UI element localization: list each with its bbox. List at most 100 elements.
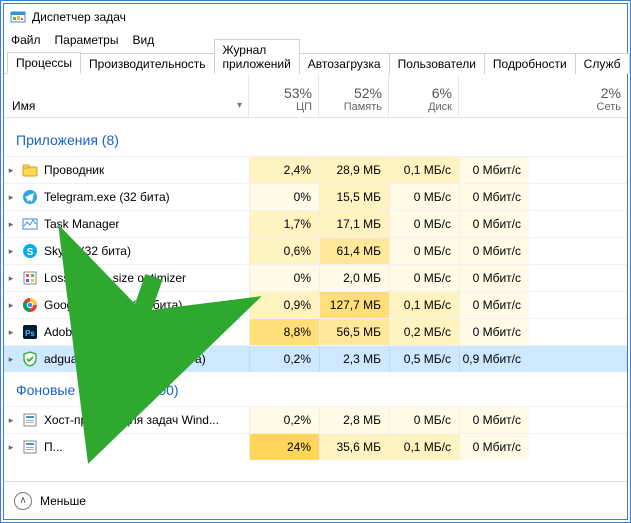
- col-net-label: Сеть: [597, 101, 621, 113]
- lossless-icon: [22, 270, 38, 286]
- cell-network: 0 Мбит/с: [459, 407, 529, 433]
- cell-network: 0,9 Мбит/с: [459, 346, 529, 372]
- adguard-icon: [22, 351, 38, 367]
- tab-processes[interactable]: Процессы: [7, 52, 81, 74]
- col-cpu-label: ЦП: [296, 101, 312, 113]
- expand-chevron-icon[interactable]: ▸: [4, 219, 18, 230]
- col-memory[interactable]: 52% Память: [319, 74, 389, 117]
- col-net-pct: 2%: [601, 85, 621, 101]
- expand-chevron-icon[interactable]: ▸: [4, 246, 18, 257]
- cell-disk: 0 МБ/с: [389, 238, 459, 264]
- col-cpu-pct: 53%: [284, 85, 312, 101]
- cell-cpu: 0%: [249, 265, 319, 291]
- table-row[interactable]: ▸Google Chrome (32 бита)0,9%127,7 МБ0,1 …: [4, 291, 627, 318]
- col-network[interactable]: 2% Сеть: [459, 74, 627, 117]
- col-disk-label: Диск: [428, 101, 452, 113]
- expand-chevron-icon[interactable]: ▸: [4, 415, 18, 426]
- expand-chevron-icon[interactable]: ▸: [4, 192, 18, 203]
- process-name: Skype (32 бита): [44, 244, 249, 258]
- table-row[interactable]: ▸ П...24%35,6 МБ0,1 МБ/с0 Мбит/с: [4, 433, 627, 460]
- cell-disk: 0,1 МБ/с: [389, 292, 459, 318]
- telegram-icon: [22, 189, 38, 205]
- cell-cpu: 2,4%: [249, 157, 319, 183]
- process-name: Хост-процесс для задач Wind...: [44, 413, 249, 427]
- cell-cpu: 0%: [249, 184, 319, 210]
- process-name: Telegram.exe (32 бита): [44, 190, 249, 204]
- cell-disk: 0 МБ/с: [389, 211, 459, 237]
- group-background[interactable]: Фоновые процессы (100): [4, 372, 627, 406]
- expand-chevron-icon[interactable]: ▸: [4, 165, 18, 176]
- tab-users[interactable]: Пользователи: [389, 53, 485, 74]
- chevron-down-icon: ▾: [237, 101, 242, 111]
- table-row[interactable]: ▸ Хост-процесс для задач Wind...0,2%2,8 М…: [4, 406, 627, 433]
- col-name-label: Имя: [12, 99, 35, 113]
- cell-memory: 2,8 МБ: [319, 407, 389, 433]
- svg-text:S: S: [27, 247, 34, 258]
- cell-memory: 15,5 МБ: [319, 184, 389, 210]
- cell-memory: 28,9 МБ: [319, 157, 389, 183]
- cell-cpu: 0,2%: [249, 407, 319, 433]
- cell-memory: 2,0 МБ: [319, 265, 389, 291]
- tab-performance[interactable]: Производительность: [80, 53, 214, 74]
- tab-details[interactable]: Подробности: [484, 53, 576, 74]
- cell-memory: 61,4 МБ: [319, 238, 389, 264]
- skype-icon: S: [22, 243, 38, 259]
- table-row[interactable]: ▸Telegram.exe (32 бита)0%15,5 МБ0 МБ/с0 …: [4, 183, 627, 210]
- tab-services[interactable]: Служб: [575, 53, 630, 74]
- cell-network: 0 Мбит/с: [459, 319, 529, 345]
- expand-chevron-icon[interactable]: ▸: [4, 354, 18, 365]
- col-cpu[interactable]: 53% ЦП: [249, 74, 319, 117]
- table-row[interactable]: ▸ adguardInstaller.exe (32 бита)0,2%2,3 М…: [4, 345, 627, 372]
- cell-disk: 0,1 МБ/с: [389, 434, 459, 460]
- window-title: Диспетчер задач: [32, 10, 126, 24]
- cell-network: 0 Мбит/с: [459, 184, 529, 210]
- cell-cpu: 1,7%: [249, 211, 319, 237]
- col-disk[interactable]: 6% Диск: [389, 74, 459, 117]
- fewer-details-label[interactable]: Меньше: [40, 494, 86, 508]
- tab-startup[interactable]: Автозагрузка: [299, 53, 390, 74]
- chrome-icon: [22, 297, 38, 313]
- cell-memory: 35,6 МБ: [319, 434, 389, 460]
- cell-cpu: 0,2%: [249, 346, 319, 372]
- cell-disk: 0,5 МБ/с: [389, 346, 459, 372]
- cell-cpu: 24%: [249, 434, 319, 460]
- expand-chevron-icon[interactable]: ▸: [4, 273, 18, 284]
- col-mem-label: Память: [344, 101, 382, 113]
- cell-network: 0 Мбит/с: [459, 211, 529, 237]
- cell-network: 0 Мбит/с: [459, 434, 529, 460]
- menu-file[interactable]: Файл: [11, 33, 41, 47]
- col-name[interactable]: Имя ▾: [4, 74, 249, 117]
- cell-network: 0 Мбит/с: [459, 238, 529, 264]
- process-name: adguardInstaller.exe (32 бита): [44, 352, 249, 366]
- taskmgr-icon: [22, 216, 38, 232]
- table-row[interactable]: ▸Проводник2,4%28,9 МБ0,1 МБ/с0 Мбит/с: [4, 156, 627, 183]
- cell-memory: 2,3 МБ: [319, 346, 389, 372]
- generic-icon: [22, 439, 38, 455]
- cell-memory: 56,5 МБ: [319, 319, 389, 345]
- tabs: Процессы Производительность Журнал прило…: [4, 50, 627, 74]
- cell-cpu: 0,9%: [249, 292, 319, 318]
- table-row[interactable]: ▸Lossless file size optimizer0%2,0 МБ0 М…: [4, 264, 627, 291]
- expand-chevron-icon[interactable]: ▸: [4, 300, 18, 311]
- col-disk-pct: 6%: [432, 85, 452, 101]
- expand-chevron-icon[interactable]: ▸: [4, 442, 18, 453]
- table-row[interactable]: ▸SSkype (32 бита)0,6%61,4 МБ0 МБ/с0 Мбит…: [4, 237, 627, 264]
- photoshop-icon: Ps: [22, 324, 38, 340]
- process-name: Google Chrome (32 бита): [44, 298, 249, 312]
- table-row[interactable]: ▸Task Manager1,7%17,1 МБ0 МБ/с0 Мбит/с: [4, 210, 627, 237]
- process-name: П...: [44, 440, 249, 454]
- svg-text:Ps: Ps: [25, 329, 35, 338]
- menu-options[interactable]: Параметры: [55, 33, 119, 47]
- process-list: Приложения (8) ▸Проводник2,4%28,9 МБ0,1 …: [4, 122, 627, 477]
- explorer-icon: [22, 162, 38, 178]
- generic-icon: [22, 412, 38, 428]
- fewer-details-icon[interactable]: ∧: [14, 492, 32, 510]
- expand-chevron-icon[interactable]: ▸: [4, 327, 18, 338]
- group-apps[interactable]: Приложения (8): [4, 122, 627, 156]
- menu-view[interactable]: Вид: [132, 33, 154, 47]
- cell-disk: 0 МБ/с: [389, 265, 459, 291]
- cell-network: 0 Мбит/с: [459, 292, 529, 318]
- tab-app-history[interactable]: Журнал приложений: [214, 39, 300, 74]
- table-row[interactable]: ▸PsAdobe Photoshop CC 20158,8%56,5 МБ0,2…: [4, 318, 627, 345]
- cell-disk: 0,1 МБ/с: [389, 157, 459, 183]
